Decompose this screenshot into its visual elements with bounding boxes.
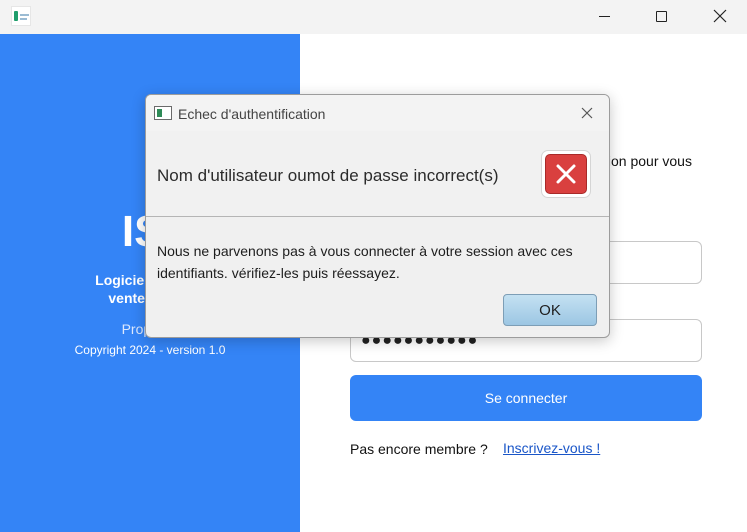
dialog-title: Echec d'authentification [178, 106, 326, 122]
signup-prompt: Pas encore membre ? [350, 441, 488, 457]
maximize-icon [655, 10, 667, 22]
minimize-icon [598, 15, 610, 17]
error-icon [541, 150, 591, 198]
maximize-button[interactable] [638, 0, 684, 32]
copyright-text: Copyright 2024 - version 1.0 [74, 343, 226, 357]
close-icon [713, 9, 727, 23]
close-icon [581, 107, 593, 119]
dialog-title-bar: Echec d'authentification [146, 95, 609, 131]
login-button[interactable]: Se connecter [350, 375, 702, 421]
login-instruction: tion pour vous [604, 153, 692, 169]
auth-error-dialog: Echec d'authentification Nom d'utilisate… [145, 94, 610, 338]
app-logo-icon [11, 6, 31, 26]
main-window: ISt Logiciel de gesti vente de pro Propr… [0, 0, 747, 532]
dialog-window-icon [154, 106, 172, 120]
dialog-header: Nom d'utilisateur oumot de passe incorre… [146, 131, 609, 217]
title-bar [0, 0, 747, 34]
close-button[interactable] [697, 0, 743, 32]
dialog-message: Nous ne parvenons pas à vous connecter à… [157, 243, 573, 281]
ok-button[interactable]: OK [503, 294, 597, 326]
dialog-headline: Nom d'utilisateur oumot de passe incorre… [157, 166, 499, 185]
dialog-close-button[interactable] [576, 103, 598, 123]
minimize-button[interactable] [581, 0, 627, 32]
signup-link[interactable]: Inscrivez-vous ! [503, 440, 600, 456]
